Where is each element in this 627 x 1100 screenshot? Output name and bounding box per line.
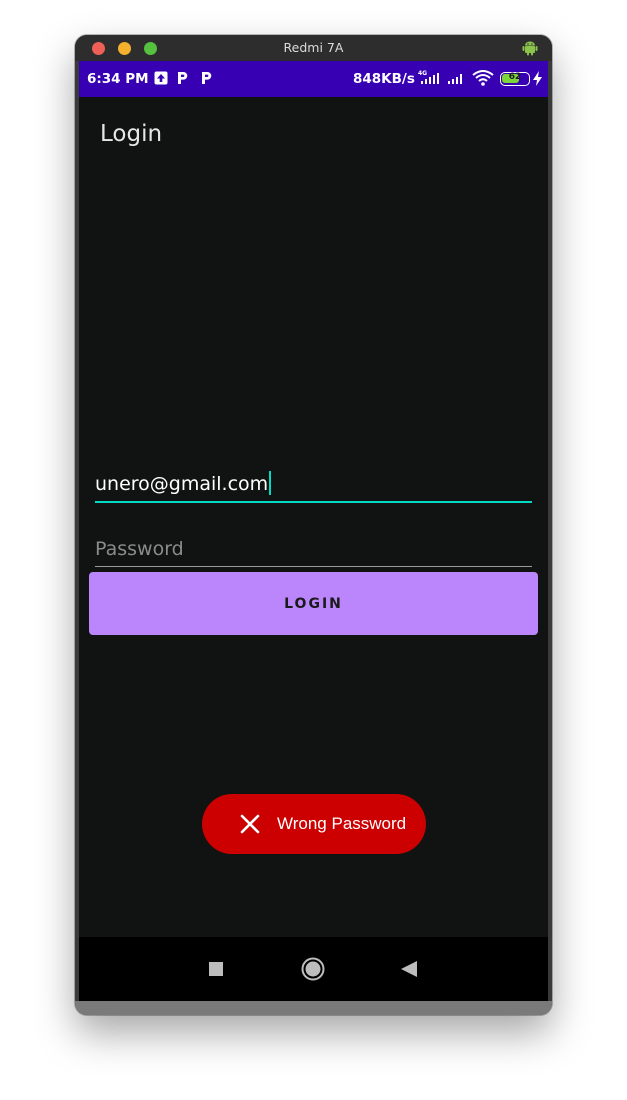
navigation-bar	[79, 937, 548, 1001]
back-icon[interactable]	[395, 955, 423, 983]
window-title: Redmi 7A	[283, 40, 344, 55]
text-cursor	[269, 471, 272, 495]
email-field[interactable]: unero@gmail.com	[95, 463, 532, 503]
battery-level: 62	[508, 72, 522, 82]
phone-screen: 6:34 PM 848KB/s 4G 62 Login unero@gmail.…	[79, 61, 548, 1001]
status-bar: 6:34 PM 848KB/s 4G 62	[79, 61, 548, 97]
signal-icon: 4G	[418, 70, 439, 84]
network-type: 4G	[418, 70, 427, 77]
recents-icon[interactable]	[202, 955, 230, 983]
wifi-icon	[472, 70, 494, 86]
signal-icon	[448, 74, 462, 84]
charging-icon	[533, 71, 542, 86]
p-app-icon	[202, 72, 212, 84]
email-value: unero@gmail.com	[95, 473, 269, 495]
close-icon	[240, 814, 260, 834]
emulator-window: Redmi 7A 6:34 PM 848KB/s 4G 62 Login une…	[75, 35, 552, 1015]
battery-icon: 62	[500, 72, 530, 86]
error-toast: Wrong Password	[202, 794, 426, 854]
p-app-icon	[178, 72, 188, 84]
status-time: 6:34 PM	[87, 71, 149, 87]
network-speed: 848KB/s	[353, 71, 415, 87]
device-frame-bottom	[75, 1001, 552, 1015]
upload-icon	[154, 71, 168, 85]
password-placeholder: Password	[95, 538, 184, 560]
android-icon	[522, 41, 538, 56]
page-title: Login	[100, 121, 163, 147]
login-button[interactable]: LOGIN	[89, 572, 538, 635]
toast-message: Wrong Password	[277, 814, 407, 833]
password-field[interactable]: Password	[95, 530, 532, 567]
window-titlebar: Redmi 7A	[75, 35, 552, 61]
home-icon[interactable]	[299, 955, 327, 983]
